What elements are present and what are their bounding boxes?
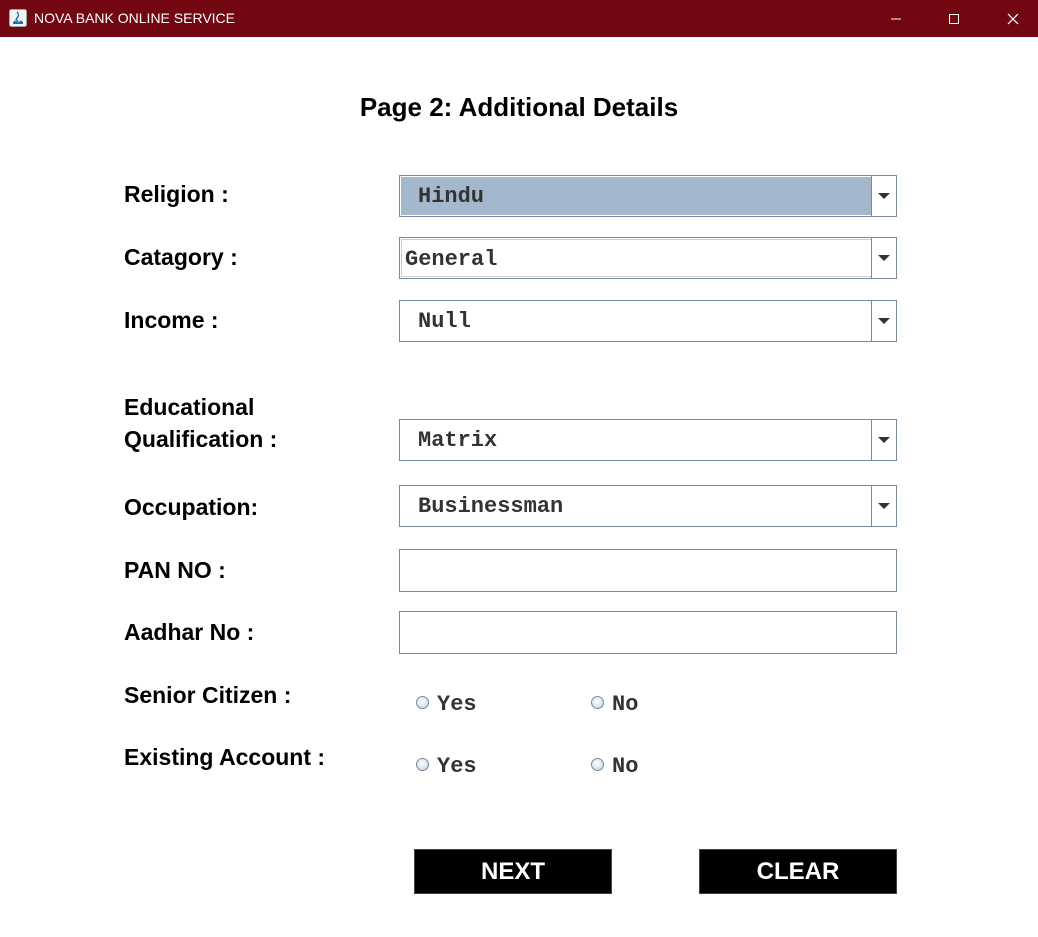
radio-circle-icon[interactable]: [591, 758, 604, 771]
senior-citizen-label: Senior Citizen :: [124, 682, 292, 708]
minimize-icon: [891, 18, 901, 19]
senior-citizen-no-radio[interactable]: No: [591, 692, 638, 717]
religion-selected-value: Hindu: [401, 177, 873, 215]
chevron-down-icon[interactable]: [871, 176, 896, 216]
chevron-down-icon[interactable]: [871, 238, 896, 278]
title-bar: NOVA BANK ONLINE SERVICE: [0, 0, 1038, 37]
clear-button[interactable]: CLEAR: [699, 849, 897, 894]
occupation-selected-value: Businessman: [418, 494, 564, 519]
radio-circle-icon[interactable]: [416, 696, 429, 709]
religion-dropdown[interactable]: Hindu: [399, 175, 897, 217]
education-label-line1: Educational: [124, 394, 255, 420]
education-label-line2: Qualification :: [124, 426, 278, 452]
close-icon: [1007, 13, 1019, 24]
existing-account-yes-label: Yes: [437, 754, 477, 779]
existing-account-no-radio[interactable]: No: [591, 754, 638, 779]
existing-account-no-label: No: [612, 754, 639, 779]
aadhar-input[interactable]: [399, 611, 897, 654]
pan-input[interactable]: [399, 549, 897, 592]
pan-label: PAN NO :: [124, 557, 226, 583]
maximize-button[interactable]: [931, 0, 977, 37]
existing-account-yes-radio[interactable]: Yes: [416, 754, 477, 779]
category-label: Catagory :: [124, 244, 238, 270]
radio-circle-icon[interactable]: [416, 758, 429, 771]
java-app-icon: [9, 9, 27, 27]
chevron-down-icon[interactable]: [871, 420, 896, 460]
window-title: NOVA BANK ONLINE SERVICE: [34, 10, 235, 26]
minimize-button[interactable]: [873, 0, 919, 37]
occupation-label: Occupation:: [124, 494, 259, 520]
aadhar-label: Aadhar No :: [124, 619, 255, 645]
category-dropdown[interactable]: General: [399, 237, 897, 279]
close-button[interactable]: [990, 0, 1036, 37]
occupation-dropdown[interactable]: Businessman: [399, 485, 897, 527]
income-dropdown[interactable]: Null: [399, 300, 897, 342]
next-button[interactable]: NEXT: [414, 849, 612, 894]
category-selected-value: General: [401, 239, 873, 277]
chevron-down-icon[interactable]: [871, 486, 896, 526]
senior-citizen-yes-label: Yes: [437, 692, 477, 717]
senior-citizen-yes-radio[interactable]: Yes: [416, 692, 477, 717]
maximize-icon: [949, 13, 959, 24]
education-selected-value: Matrix: [418, 428, 498, 453]
chevron-down-icon[interactable]: [871, 301, 896, 341]
education-dropdown[interactable]: Matrix: [399, 419, 897, 461]
radio-circle-icon[interactable]: [591, 696, 604, 709]
religion-label: Religion :: [124, 181, 229, 207]
income-label: Income :: [124, 307, 219, 333]
existing-account-label: Existing Account :: [124, 744, 326, 770]
senior-citizen-no-label: No: [612, 692, 639, 717]
income-selected-value: Null: [418, 309, 471, 334]
page-title: Page 2: Additional Details: [359, 92, 679, 122]
